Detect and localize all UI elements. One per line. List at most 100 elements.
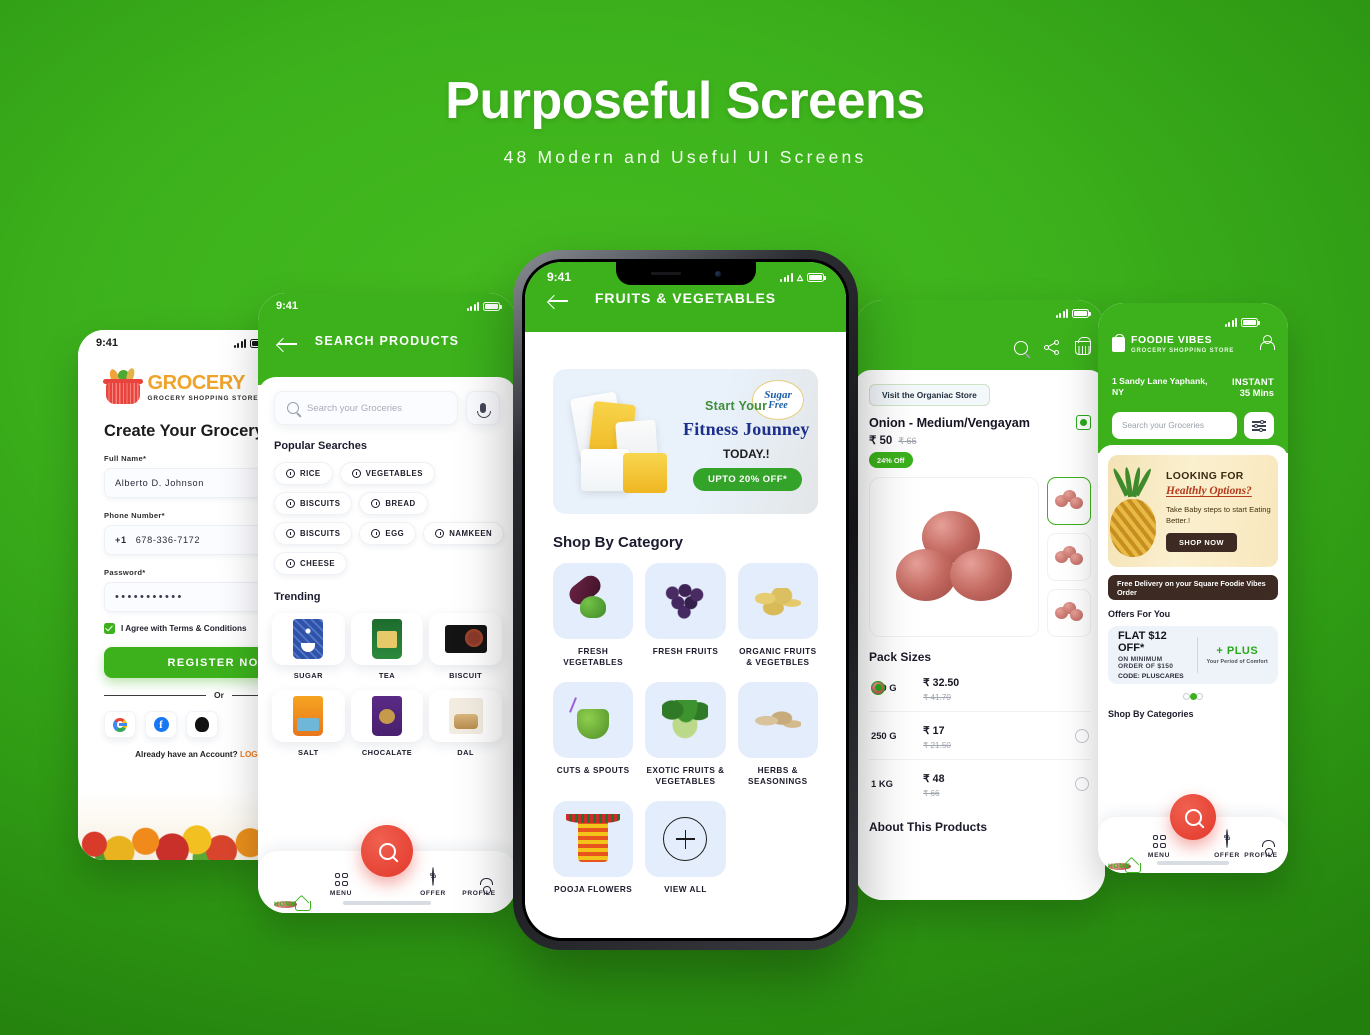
search-chip[interactable]: BISCUITS (274, 522, 353, 545)
product-main-image[interactable] (869, 477, 1039, 637)
profile-icon[interactable] (1259, 335, 1275, 351)
clock-icon (351, 469, 361, 478)
categories-title: Shop By Categories (1108, 709, 1194, 719)
register-button[interactable]: REGISTER NOW (104, 647, 283, 678)
offer-subtitle: ON MINIMUM ORDER OF $150 (1118, 656, 1174, 670)
trending-item[interactable]: SUGAR (272, 613, 345, 680)
voice-search-button[interactable] (466, 391, 500, 425)
search-input[interactable]: Search your Groceries (1112, 412, 1237, 440)
promo-banner[interactable]: Sugar Free Start Your Fitness Jounney TO… (553, 369, 818, 514)
category-item[interactable]: HERBS & SEASONINGS (737, 682, 818, 787)
offer-card[interactable]: FLAT $12 OFF* ON MINIMUM ORDER OF $150 C… (1108, 626, 1278, 684)
pack-radio[interactable] (1075, 776, 1089, 791)
terms-checkbox[interactable] (104, 623, 115, 634)
home-indicator (1157, 861, 1229, 865)
search-chip[interactable]: BISCUITS (274, 492, 353, 515)
nav-item-menu[interactable]: MENU (320, 873, 362, 897)
nav-item-offer[interactable]: OFFER (1210, 829, 1244, 859)
chocolate-pack-icon (371, 696, 402, 736)
search-fab-button[interactable] (361, 825, 413, 877)
search-chip[interactable]: EGG (359, 522, 417, 545)
pack-size-row[interactable]: 1 KG ₹ 48 ₹ 66 (869, 760, 1091, 807)
google-login-button[interactable] (104, 711, 136, 738)
trending-thumb (350, 613, 424, 665)
carousel-dot-active[interactable] (1189, 693, 1197, 700)
brand-text: GROCERY GROCERY SHOPPING STORE (148, 373, 259, 402)
category-item[interactable]: FRESH FRUITS (645, 563, 726, 668)
clock-icon (286, 499, 295, 508)
category-item[interactable]: POOJA FLOWERS (553, 801, 634, 895)
chip-label: BISCUITS (300, 499, 341, 508)
trending-thumb (429, 613, 502, 665)
trending-item[interactable]: TEA (350, 613, 424, 680)
search-chip[interactable]: RICE (274, 462, 333, 485)
trending-item[interactable]: DAL (429, 690, 502, 757)
facebook-login-button[interactable]: f (145, 711, 177, 738)
search-input[interactable]: Search your Groceries (274, 391, 458, 425)
nav-item-profile[interactable]: PROFILE (458, 886, 500, 897)
login-prompt: Already have an Account? LOGIN (78, 750, 283, 759)
category-item-view-all[interactable]: VIEW ALL (645, 801, 726, 895)
terms-row[interactable]: I Agree with Terms & Conditions (104, 623, 283, 634)
store-link[interactable]: Visit the Organiac Store (869, 384, 990, 406)
nav-item-menu[interactable]: MENU (1142, 835, 1176, 859)
category-item[interactable]: CUTS & SPOUTS (553, 682, 634, 787)
bag-icon (1112, 333, 1125, 352)
delivery-time: 35 Mins (1239, 387, 1274, 398)
full-name-input[interactable]: Alberto D. Johnson (104, 468, 283, 498)
register-title: Create Your Grocery Account (104, 422, 283, 440)
password-input[interactable]: ••••••••••• (104, 582, 283, 612)
nav-item-profile[interactable]: PROFILE (1244, 848, 1278, 859)
pack-old-price: ₹ 41.70 (923, 693, 951, 702)
pack-radio-selected[interactable] (871, 680, 885, 695)
product-screen: Visit the Organiac Store Onion - Medium/… (855, 300, 1105, 900)
product-thumbnail[interactable] (1047, 477, 1091, 525)
trending-item[interactable]: BISCUIT (429, 613, 502, 680)
shop-now-button[interactable]: SHOP NOW (1166, 533, 1237, 552)
address-label[interactable]: 1 Sandy Lane Yaphank, NY (1112, 376, 1220, 398)
biscuit-pack-icon (444, 625, 487, 653)
pack-radio[interactable] (1075, 728, 1089, 743)
healthy-options-banner[interactable]: LOOKING FOR Healthly Options? Take Baby … (1108, 455, 1278, 567)
category-item[interactable]: ORGANIC FRUITS & VEGETBLES (737, 563, 818, 668)
carousel-dot[interactable] (1196, 693, 1203, 700)
nav-label: HOME (1108, 863, 1131, 870)
nav-item-offer[interactable]: OFFER (412, 867, 454, 897)
device-notch (615, 262, 756, 285)
share-icon[interactable] (1044, 340, 1059, 355)
search-chip[interactable]: BREAD (359, 492, 428, 515)
category-item[interactable]: FRESH VEGETABLES (553, 563, 634, 668)
pack-price-group: ₹ 48 ₹ 66 (923, 769, 1075, 798)
product-thumbnail[interactable] (1047, 533, 1091, 581)
potato-icon (749, 576, 807, 626)
terms-label: I Agree with Terms & Conditions (121, 624, 247, 633)
password-field-group: Password* ••••••••••• (104, 568, 283, 612)
filter-button[interactable] (1244, 412, 1274, 440)
plus-badge: + PLUS Your Period of Comfort (1207, 645, 1268, 665)
promo-cta-button[interactable]: UPTO 20% OFF* (693, 468, 803, 491)
search-chip[interactable]: CHEESE (274, 552, 348, 575)
bottom-navigation: HOME MENU OFFER PROFILE (1098, 794, 1288, 873)
trending-item[interactable]: SALT (272, 690, 345, 757)
category-label: ORGANIC FRUITS & VEGETBLES (739, 647, 817, 668)
pack-size-row[interactable]: 250 G ₹ 17 ₹ 21.50 (869, 712, 1091, 760)
search-placeholder: Search your Groceries (307, 402, 403, 414)
search-fab-button[interactable] (1170, 794, 1216, 840)
apple-login-button[interactable] (186, 711, 218, 738)
product-thumbnail[interactable] (1047, 589, 1091, 637)
ginger-icon (749, 695, 807, 745)
cart-icon[interactable] (1075, 336, 1091, 355)
category-label: FRESH VEGETABLES (563, 647, 624, 668)
carousel-dot[interactable] (1183, 693, 1190, 700)
bottom-navigation: HOME MENU OFFER PROFILE (258, 825, 516, 913)
search-chip[interactable]: VEGETABLES (339, 462, 435, 485)
category-item[interactable]: EXOTIC FRUITS & VEGETABLES (645, 682, 726, 787)
trending-item[interactable]: CHOCALATE (350, 690, 424, 757)
phone-input[interactable]: +1 678-336-7172 (104, 525, 283, 555)
search-row: Search your Groceries (1112, 412, 1274, 440)
social-login-row: f (104, 711, 283, 738)
pack-old-price: ₹ 66 (923, 789, 940, 798)
search-chip[interactable]: NAMKEEN (423, 522, 505, 545)
pack-size-row[interactable]: 500 G ₹ 32.50 ₹ 41.70 (869, 664, 1091, 712)
search-icon[interactable] (1014, 340, 1028, 355)
